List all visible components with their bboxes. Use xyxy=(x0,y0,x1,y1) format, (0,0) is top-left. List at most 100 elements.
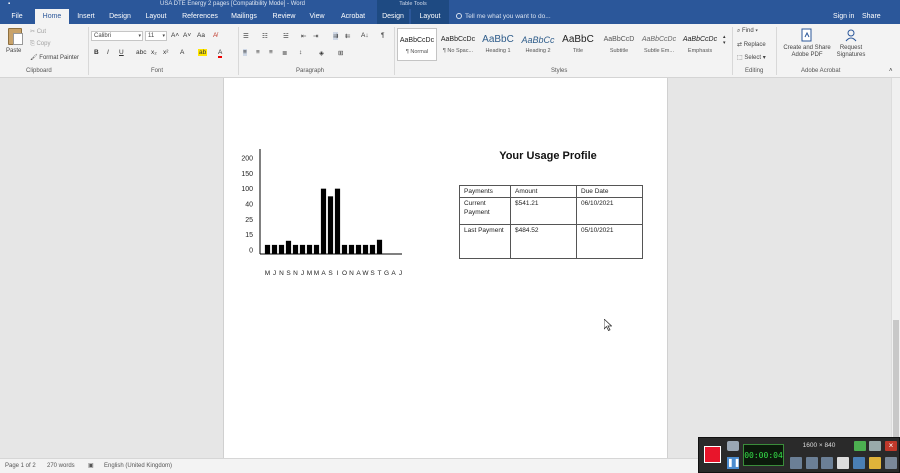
share-button[interactable]: Share xyxy=(862,9,881,24)
grow-font-icon[interactable]: A˄ xyxy=(171,32,179,39)
multilevel-list-icon[interactable]: ☱ xyxy=(283,32,289,40)
chart-x-tick-label: J xyxy=(301,270,304,277)
style-no-spacing[interactable]: AaBbCcDc ¶ No Spac... xyxy=(438,28,478,61)
find-button[interactable]: ⌕ Find ▾ xyxy=(737,28,758,35)
change-case-icon[interactable]: Aa xyxy=(197,32,205,39)
tab-insert[interactable]: Insert xyxy=(72,9,100,24)
document-canvas[interactable] xyxy=(0,78,891,458)
settings-icon[interactable] xyxy=(885,457,897,469)
sort-icon[interactable]: A↓ xyxy=(361,32,369,39)
shrink-font-icon[interactable]: A˅ xyxy=(183,32,191,39)
tab-view[interactable]: View xyxy=(304,9,330,24)
bullets-icon[interactable]: ☰ xyxy=(243,32,249,40)
copy-button[interactable]: ⎘ Copy xyxy=(30,41,50,48)
subscript-icon[interactable]: x₂ xyxy=(151,49,157,56)
increase-indent-icon[interactable]: ⇥ xyxy=(313,32,318,40)
stop-record-button[interactable] xyxy=(704,446,721,463)
pen-icon[interactable] xyxy=(853,457,865,469)
rtl-icon[interactable]: ⇇ xyxy=(345,32,350,40)
webcam-icon[interactable] xyxy=(821,457,833,469)
language-indicator[interactable]: English (United Kingdom) xyxy=(104,459,172,473)
page-count[interactable]: Page 1 of 2 xyxy=(5,459,36,473)
bold-button[interactable]: B xyxy=(94,49,99,56)
microphone-icon[interactable] xyxy=(806,457,818,469)
tab-file[interactable]: File xyxy=(4,9,30,24)
underline-button[interactable]: U xyxy=(119,49,124,56)
tell-me-text: Tell me what you want to do... xyxy=(465,13,551,20)
style-emphasis[interactable]: AaBbCcDc Emphasis xyxy=(680,28,720,61)
chart-y-tick-label: 200 xyxy=(241,156,253,163)
tab-table-design[interactable]: Design xyxy=(377,9,409,24)
tab-table-layout[interactable]: Layout xyxy=(411,9,449,24)
font-size-combo[interactable]: 11 ▾ xyxy=(145,31,167,41)
align-center-icon[interactable]: ≡ xyxy=(256,49,260,56)
word-count[interactable]: 270 words xyxy=(47,459,75,473)
create-share-pdf-button[interactable]: Create and Share Adobe PDF xyxy=(780,28,834,59)
format-painter-button[interactable]: 🖌 Format Painter xyxy=(30,54,79,61)
chart-bar xyxy=(369,244,376,254)
style-title[interactable]: AaBbC Title xyxy=(558,28,598,61)
chart-bar xyxy=(292,244,299,254)
styles-scroll-icon[interactable]: ▴ ▾ xyxy=(723,34,726,46)
tab-review[interactable]: Review xyxy=(267,9,301,24)
style-heading-2[interactable]: AaBbCc Heading 2 xyxy=(518,28,558,61)
line-spacing-icon[interactable]: ↕ xyxy=(299,49,302,56)
proofing-icon[interactable]: ▣ xyxy=(88,459,94,473)
speaker-icon[interactable] xyxy=(790,457,802,469)
table-cell: $484.52 xyxy=(510,224,577,259)
sign-in-link[interactable]: Sign in xyxy=(833,9,854,24)
tab-home[interactable]: Home xyxy=(35,9,69,24)
cursor-icon[interactable] xyxy=(837,457,849,469)
style-name: Emphasis xyxy=(687,48,713,54)
numbering-icon[interactable]: ☷ xyxy=(262,32,268,40)
minimize-icon[interactable] xyxy=(869,441,881,451)
tab-mailings[interactable]: Mailings xyxy=(226,9,262,24)
decrease-indent-icon[interactable]: ⇤ xyxy=(301,32,306,40)
shading-icon[interactable]: ◈ xyxy=(319,49,324,57)
font-name-combo[interactable]: Calibri ▾ xyxy=(91,31,143,41)
align-right-icon[interactable]: ≡ xyxy=(269,49,273,56)
clear-formatting-icon[interactable]: A̸ xyxy=(213,32,217,39)
tab-references[interactable]: References xyxy=(177,9,223,24)
font-size-value: 11 xyxy=(148,33,155,39)
highlight-icon[interactable]: ab xyxy=(198,49,208,56)
paste-button[interactable]: Paste xyxy=(6,48,21,54)
text-effects-icon[interactable]: A xyxy=(180,49,184,56)
tab-acrobat[interactable]: Acrobat xyxy=(334,9,372,24)
tab-layout[interactable]: Layout xyxy=(140,9,172,24)
style-subtle-emphasis[interactable]: AaBbCcDc Subtle Em... xyxy=(639,28,679,61)
style-heading-1[interactable]: AaBbC Heading 1 xyxy=(478,28,518,61)
style-name: Heading 1 xyxy=(485,48,511,54)
webcam-toggle-icon[interactable] xyxy=(854,441,866,451)
pause-button[interactable]: ❚❚ xyxy=(727,457,740,469)
collapse-ribbon-icon[interactable]: ˄ xyxy=(889,68,893,74)
close-icon[interactable]: × xyxy=(885,441,897,451)
camera-icon[interactable] xyxy=(727,441,739,451)
strikethrough-icon[interactable]: abc xyxy=(136,49,146,56)
cut-button[interactable]: ✂ Cut xyxy=(30,28,46,35)
replace-button[interactable]: ⇄ Replace xyxy=(737,41,766,48)
ribbon-home: Paste ✂ Cut ⎘ Copy 🖌 Format Painter Clip… xyxy=(0,24,900,78)
quick-access-save-icon[interactable]: ▪ xyxy=(8,0,10,9)
style-subtitle[interactable]: AaBbCcD Subtitle xyxy=(599,28,639,61)
tab-design[interactable]: Design xyxy=(104,9,136,24)
ltr-icon[interactable]: ⇉ xyxy=(333,32,339,40)
font-color-icon[interactable]: A xyxy=(218,49,223,58)
scrollbar-thumb[interactable] xyxy=(893,320,899,456)
chart-x-tick-label: N xyxy=(279,270,284,277)
vertical-scrollbar[interactable] xyxy=(891,78,900,458)
style-normal[interactable]: AaBbCcDc ¶ Normal xyxy=(397,28,437,61)
request-signatures-button[interactable]: Request Signatures xyxy=(833,28,869,59)
select-button[interactable]: ⬚ Select ▾ xyxy=(737,54,766,61)
show-formatting-icon[interactable]: ¶ xyxy=(381,32,385,39)
clipboard-group-label: Clipboard xyxy=(26,68,52,74)
paste-icon[interactable] xyxy=(8,28,23,45)
justify-icon[interactable]: ≣ xyxy=(282,49,287,57)
italic-button[interactable]: I xyxy=(107,49,109,56)
folder-icon[interactable] xyxy=(869,457,881,469)
chart-bar xyxy=(327,196,334,254)
align-left-icon[interactable]: ≡ xyxy=(243,49,247,56)
superscript-icon[interactable]: x² xyxy=(163,49,168,56)
tell-me-box[interactable]: Tell me what you want to do... xyxy=(456,9,551,24)
borders-icon[interactable]: ⊞ xyxy=(338,49,343,57)
